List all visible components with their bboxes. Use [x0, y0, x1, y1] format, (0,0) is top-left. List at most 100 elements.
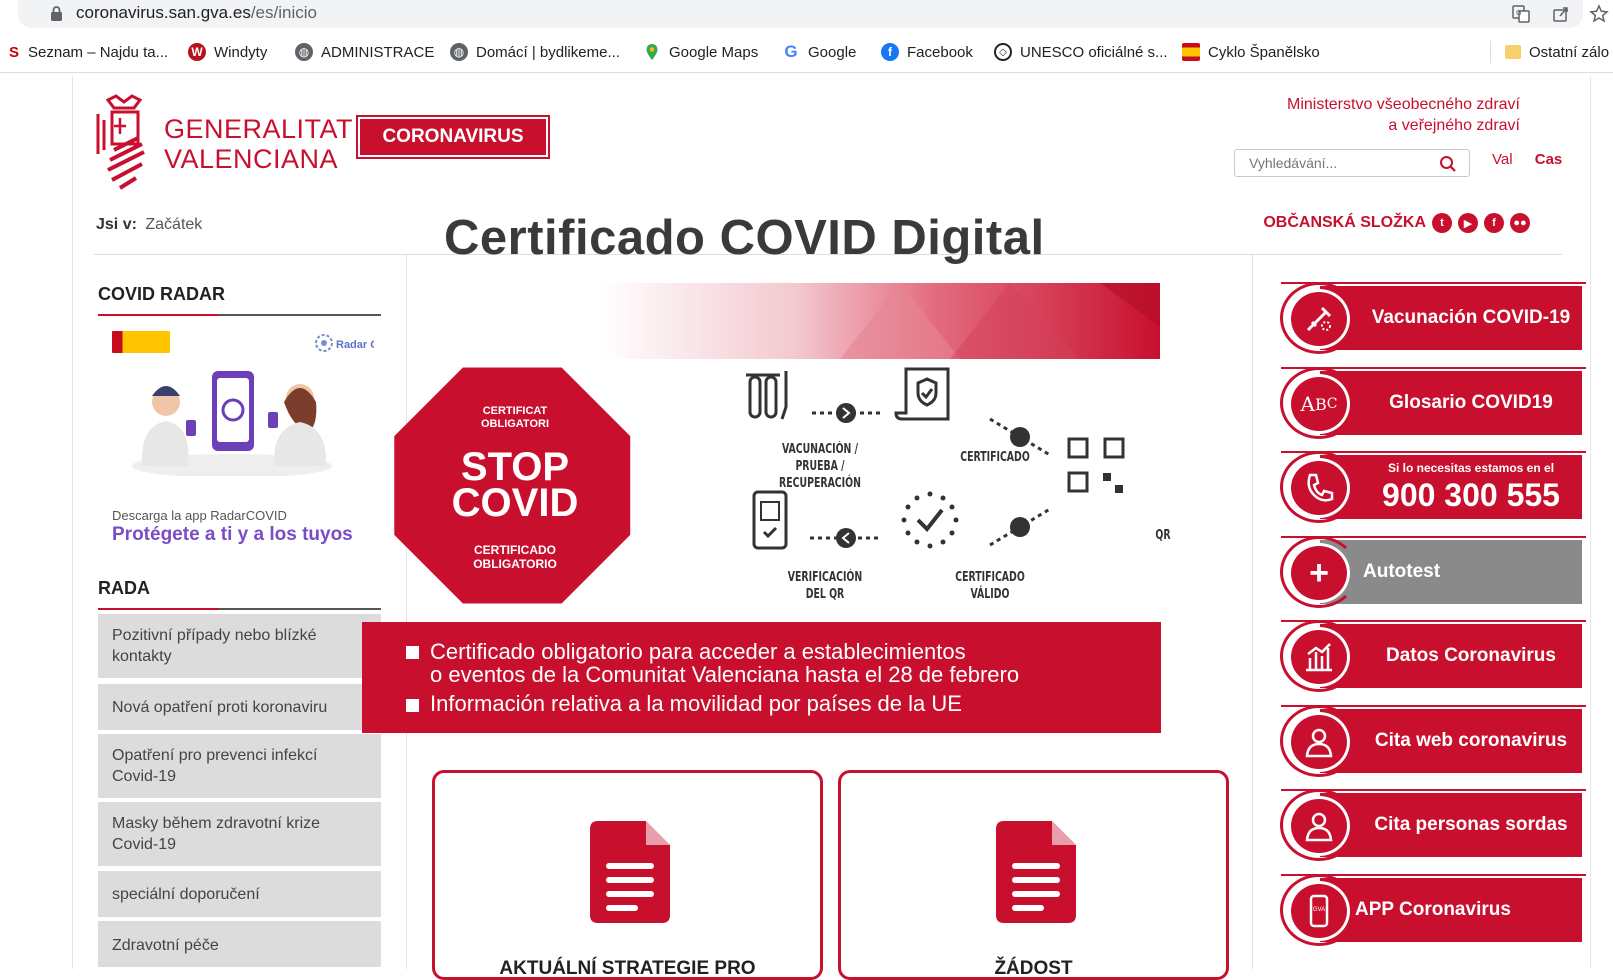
- youtube-icon[interactable]: ▶: [1458, 213, 1478, 233]
- bullet-square-icon: [406, 699, 419, 712]
- google-icon: G: [784, 42, 798, 61]
- menu-item-health-care[interactable]: Zdravotní péče: [98, 921, 381, 967]
- bookmark-unesco[interactable]: ◇ UNESCO oficiálné s...: [994, 41, 1168, 63]
- ministry-line1: Ministerstvo všeobecného zdraví: [1287, 96, 1520, 113]
- search-icon[interactable]: [1439, 155, 1457, 173]
- autotest-button[interactable]: + Autotest: [1280, 536, 1586, 610]
- menu-item-label: Pozitivní případy nebo blízké kontakty: [112, 627, 317, 665]
- citizen-folder: OBČANSKÁ SLOŽKA t ▶ f ●●: [1263, 213, 1530, 233]
- lock-icon: [51, 6, 62, 21]
- globe-icon: ◍: [295, 43, 313, 61]
- bookmark-label: Google Maps: [669, 43, 759, 61]
- app-button[interactable]: GVA APP Coronavirus: [1280, 874, 1586, 948]
- phone-number[interactable]: 900 300 555: [1355, 477, 1587, 513]
- hero-title-b: COVID Digital: [719, 211, 1045, 265]
- step-verification-label: VERIFICACIÓN DEL QR: [787, 570, 863, 602]
- menu-item-label: speciální doporučení: [112, 885, 260, 903]
- coronavirus-badge[interactable]: CORONAVIRUS: [356, 115, 550, 159]
- banner-line3[interactable]: Información relativa a la movilidad por …: [430, 692, 962, 715]
- menu-item-prevention[interactable]: Opatření pro prevenci infekcí Covid-19: [98, 734, 381, 798]
- web-appointment-button[interactable]: Cita web coronavirus: [1280, 705, 1586, 779]
- page-border-right: [1590, 76, 1591, 969]
- lang-val-link[interactable]: Val: [1492, 151, 1513, 168]
- chart-icon: [1288, 627, 1350, 687]
- bookmark-label: Seznam – Najdu ta...: [28, 43, 169, 61]
- phone-icon: [1288, 458, 1350, 518]
- generalitat-logo[interactable]: GENERALITAT VALENCIANA: [94, 94, 353, 190]
- app-icon-text: GVA: [1313, 907, 1325, 913]
- bookmark-domaci[interactable]: ◍ Domácí | bydlikeme...: [450, 41, 620, 63]
- page-border-left: [72, 76, 73, 969]
- flickr-icon[interactable]: ●●: [1510, 213, 1530, 233]
- bookmark-google[interactable]: G Google: [782, 41, 856, 63]
- bookmark-administrace[interactable]: ◍ ADMINISTRACE: [295, 41, 434, 63]
- advice-title-rule: [98, 608, 381, 610]
- vaccination-button[interactable]: Vacunación COVID-19: [1280, 282, 1586, 356]
- bookmark-windyty[interactable]: W Windyty: [188, 41, 267, 63]
- breadcrumb-current[interactable]: Začátek: [145, 216, 202, 233]
- search-input[interactable]: [1249, 150, 1439, 176]
- button-label: Cita web coronavirus: [1374, 730, 1568, 751]
- share-icon[interactable]: [1551, 4, 1571, 24]
- menu-item-masks[interactable]: Masky během zdravotní krize Covid-19: [98, 802, 381, 866]
- menu-item-special[interactable]: speciální doporučení: [98, 871, 381, 917]
- bookmarks-bar: S Seznam – Najdu ta... W Windyty ◍ ADMIN…: [0, 33, 1613, 73]
- language-switch: Val Cas: [1492, 151, 1580, 168]
- bookmark-facebook[interactable]: f Facebook: [881, 41, 973, 63]
- breadcrumb-label: Jsi v:: [96, 216, 137, 233]
- bookmark-label: Facebook: [907, 43, 973, 61]
- logo-text-line1: GENERALITAT: [164, 114, 354, 144]
- document-icon: [996, 821, 1076, 923]
- stop-sign-covid: COVID: [451, 481, 579, 525]
- bookmark-label: Windyty: [214, 43, 268, 61]
- covid-certificate-hero[interactable]: CERTIFICAT OBLIGATORI STOP COVID CERTIFI…: [360, 207, 1160, 652]
- data-button[interactable]: Datos Coronavirus: [1280, 620, 1586, 694]
- bookmarks-divider: [1490, 41, 1491, 63]
- button-label: APP Coronavirus: [1355, 899, 1511, 920]
- button-label: Autotest: [1363, 561, 1441, 582]
- bookmark-label: Domácí | bydlikeme...: [476, 43, 620, 61]
- bookmark-label: Ostatní zálo: [1529, 43, 1610, 61]
- menu-item-label: Masky během zdravotní krize Covid-19: [112, 815, 321, 853]
- phone-button[interactable]: Si lo necesitas estamos en el 900 300 55…: [1280, 451, 1586, 525]
- bookmark-label: Cyklo Španělsko: [1208, 43, 1320, 61]
- radar-illustration: [132, 371, 332, 476]
- folder-icon: [1505, 45, 1521, 59]
- glossary-button[interactable]: ABC Glosario COVID19: [1280, 367, 1586, 441]
- menu-item-label: Opatření pro prevenci infekcí Covid-19: [112, 747, 318, 785]
- menu-item-new-measures[interactable]: Nová opatření proti koronaviru: [98, 684, 381, 730]
- url-text[interactable]: coronavirus.san.gva.es/es/inicio: [76, 3, 317, 23]
- bookmark-label: ADMINISTRACE: [321, 43, 435, 61]
- hero-title-a: Certificado: [444, 211, 706, 265]
- menu-item-positive-cases[interactable]: Pozitivní případy nebo blízké kontakty: [98, 614, 381, 678]
- bookmark-other[interactable]: Ostatní zálo: [1505, 41, 1609, 63]
- radar-download-text: Descarga la app RadarCOVID: [112, 508, 287, 523]
- lang-cas-link[interactable]: Cas: [1535, 151, 1563, 168]
- translate-icon[interactable]: G: [1511, 4, 1531, 24]
- person-icon: [1288, 712, 1350, 772]
- address-field[interactable]: coronavirus.san.gva.es/es/inicio G: [18, 0, 1609, 28]
- twitter-icon[interactable]: t: [1432, 213, 1452, 233]
- bookmark-seznam[interactable]: S Seznam – Najdu ta...: [8, 41, 168, 63]
- button-label: Cita personas sordas: [1374, 814, 1568, 835]
- step-qr-label: QR: [1155, 528, 1171, 543]
- banner-line2: o eventos de la Comunitat Valenciana has…: [430, 662, 1020, 687]
- facebook-icon[interactable]: f: [1484, 213, 1504, 233]
- banner-line1: Certificado obligatorio para acceder a e…: [430, 639, 966, 664]
- bookmark-google-maps[interactable]: Google Maps: [643, 41, 758, 63]
- card-title: ŽÁDOST: [994, 958, 1073, 979]
- vaccine-icon: [1288, 289, 1350, 349]
- deaf-appointment-button[interactable]: Cita personas sordas: [1280, 789, 1586, 863]
- seznam-icon: S: [8, 43, 19, 61]
- stop-sign-bottom1: CERTIFICADO: [474, 543, 556, 557]
- browser-url-bar: coronavirus.san.gva.es/es/inicio G: [0, 0, 1613, 30]
- bookmark-cyklo[interactable]: Cyklo Španělsko: [1182, 41, 1320, 63]
- citizen-folder-link[interactable]: OBČANSKÁ SLOŽKA: [1263, 214, 1426, 232]
- radar-title: COVID RADAR: [98, 284, 226, 304]
- card-request[interactable]: ŽÁDOST: [838, 770, 1229, 980]
- bookmark-star-icon[interactable]: [1589, 4, 1609, 24]
- card-strategy[interactable]: AKTUÁLNÍ STRATEGIE PRO: [432, 770, 823, 980]
- certificate-info-banner[interactable]: Certificado obligatorio para acceder a e…: [362, 622, 1161, 733]
- windyty-icon: W: [188, 43, 206, 61]
- abc-icon: ABC: [1288, 374, 1350, 434]
